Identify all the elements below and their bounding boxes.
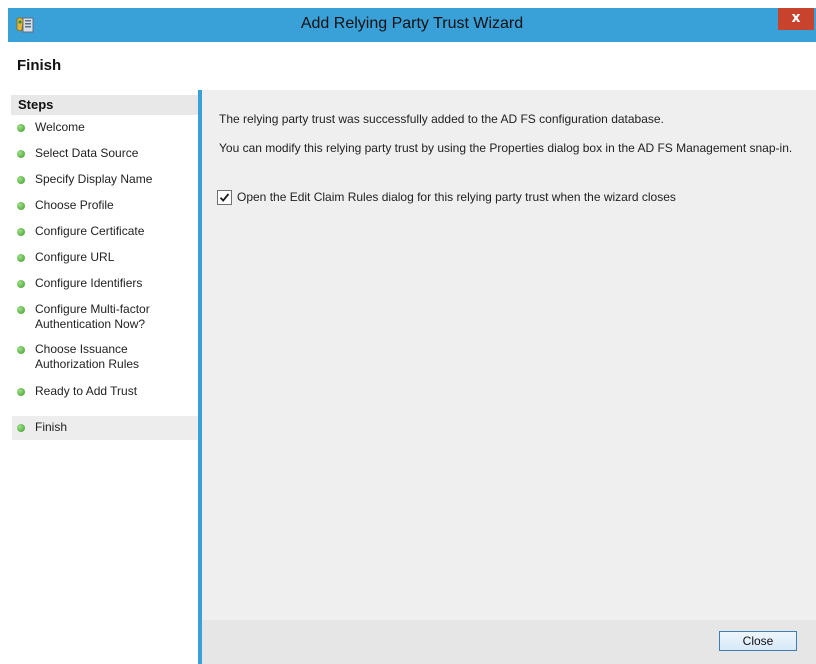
step-label: Configure Certificate (35, 224, 145, 238)
green-dot-icon (17, 346, 25, 354)
green-dot-icon (17, 228, 25, 236)
step-choose-profile: Choose Profile (12, 195, 198, 217)
step-label: Configure Multi-factor Authentication No… (35, 302, 150, 331)
steps-sidebar: Steps Welcome Select Data Source Specify… (8, 90, 198, 664)
close-button[interactable]: Close (719, 631, 797, 651)
green-dot-icon (17, 424, 25, 432)
step-configure-multi-factor: Configure Multi-factor Authentication No… (12, 299, 198, 335)
step-choose-issuance-authorization-rules: Choose Issuance Authorization Rules (12, 339, 198, 375)
steps-heading: Steps (11, 95, 198, 115)
checkmark-icon (219, 193, 230, 202)
main-content: The relying party trust was successfully… (202, 90, 816, 664)
step-configure-certificate: Configure Certificate (12, 221, 198, 243)
step-select-data-source: Select Data Source (12, 143, 198, 165)
green-dot-icon (17, 280, 25, 288)
wizard-window: Add Relying Party Trust Wizard x Finish … (8, 8, 816, 664)
window-title: Add Relying Party Trust Wizard (300, 15, 524, 32)
step-welcome: Welcome (12, 117, 198, 139)
edit-claim-rules-label[interactable]: Open the Edit Claim Rules dialog for thi… (237, 190, 676, 204)
step-label: Choose Profile (35, 198, 114, 212)
step-specify-display-name: Specify Display Name (12, 169, 198, 191)
step-label: Select Data Source (35, 146, 139, 160)
green-dot-icon (17, 202, 25, 210)
green-dot-icon (17, 124, 25, 132)
step-label: Configure Identifiers (35, 276, 143, 290)
step-configure-url: Configure URL (12, 247, 198, 269)
step-label: Welcome (35, 120, 85, 134)
green-dot-icon (17, 150, 25, 158)
green-dot-icon (17, 254, 25, 262)
green-dot-icon (17, 176, 25, 184)
step-configure-identifiers: Configure Identifiers (12, 273, 198, 295)
step-label: Finish (35, 420, 68, 434)
close-icon[interactable]: x (778, 8, 814, 30)
step-label: Specify Display Name (35, 172, 153, 186)
title-bar[interactable]: Add Relying Party Trust Wizard x (8, 8, 816, 42)
green-dot-icon (17, 388, 25, 396)
modify-hint-message: You can modify this relying party trust … (219, 141, 793, 155)
green-dot-icon (17, 306, 25, 314)
page-title: Finish (17, 57, 62, 74)
step-finish: Finish (12, 416, 198, 440)
edit-claim-rules-checkbox[interactable] (217, 190, 232, 205)
button-bar: Close (202, 620, 816, 664)
step-label: Configure URL (35, 250, 115, 264)
step-ready-to-add-trust: Ready to Add Trust (12, 381, 198, 403)
step-label: Ready to Add Trust (35, 384, 138, 398)
page-header: Finish (8, 42, 816, 90)
success-message: The relying party trust was successfully… (219, 112, 664, 126)
step-label: Choose Issuance Authorization Rules (35, 342, 140, 371)
